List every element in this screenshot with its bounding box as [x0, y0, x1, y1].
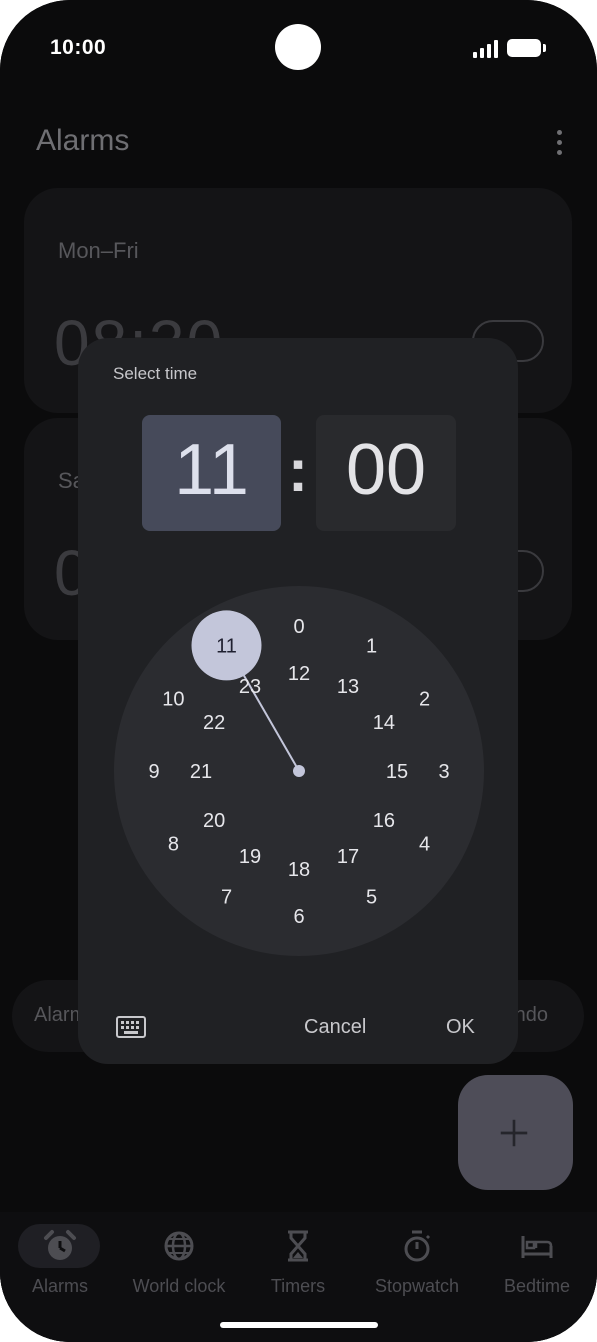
- dial-hour-16[interactable]: 16: [373, 810, 395, 832]
- nav-label: World clock: [132, 1276, 226, 1296]
- plus-icon: [500, 1119, 528, 1147]
- nav-item-bedtime[interactable]: Bedtime: [477, 1212, 597, 1312]
- dial-hour-1[interactable]: 1: [366, 635, 377, 657]
- globe-icon: [164, 1231, 194, 1261]
- more-options-icon[interactable]: [548, 128, 570, 158]
- dial-hour-14[interactable]: 14: [373, 712, 395, 734]
- battery-icon: [507, 39, 546, 57]
- clock-app-screen: 10:00 Alarms Mon–Fri 08:30 Sa 0 Alarm: [0, 0, 597, 1342]
- nav-item-world-clock[interactable]: World clock: [119, 1212, 239, 1312]
- nav-label: Timers: [270, 1276, 326, 1296]
- status-bar: 10:00: [0, 0, 597, 96]
- dial-hour-20[interactable]: 20: [203, 810, 225, 832]
- chip-right-label: ndo: [514, 1004, 548, 1026]
- time-separator: :: [288, 437, 308, 504]
- stopwatch-icon: [404, 1230, 431, 1262]
- dial-hour-8[interactable]: 8: [168, 834, 179, 856]
- signal-icon: [473, 40, 499, 58]
- dial-hour-19[interactable]: 19: [239, 846, 261, 868]
- clock-dial[interactable]: 01234567891011121314151617181920212223: [113, 585, 485, 957]
- minute-value: 00: [345, 430, 427, 510]
- dial-hour-7[interactable]: 7: [221, 887, 232, 909]
- dial-hour-3[interactable]: 3: [438, 761, 449, 783]
- dial-hour-22[interactable]: 22: [203, 712, 225, 734]
- hour-value: 11: [174, 430, 249, 510]
- dialog-title: Select time: [113, 364, 198, 383]
- nav-label: Alarms: [31, 1276, 88, 1296]
- dial-hour-6[interactable]: 6: [293, 906, 304, 928]
- clock-center: [293, 765, 305, 777]
- dial-hour-23[interactable]: 23: [239, 676, 261, 698]
- front-camera: [275, 24, 321, 70]
- keyboard-icon[interactable]: [116, 1016, 146, 1038]
- home-indicator[interactable]: [220, 1322, 378, 1328]
- hour-selector[interactable]: 11: [142, 415, 281, 531]
- cancel-button[interactable]: Cancel: [304, 1016, 366, 1039]
- dial-hour-17[interactable]: 17: [337, 846, 359, 868]
- alarm-days: Mon–Fri: [58, 238, 139, 263]
- ok-button[interactable]: OK: [446, 1016, 475, 1039]
- nav-label: Bedtime: [503, 1276, 571, 1296]
- dial-hour-10[interactable]: 10: [162, 689, 184, 711]
- status-time: 10:00: [50, 36, 107, 59]
- dial-hour-15[interactable]: 15: [386, 761, 408, 783]
- phone-frame: 10:00 Alarms Mon–Fri 08:30 Sa 0 Alarm: [0, 0, 597, 1342]
- dial-hour-21[interactable]: 21: [190, 761, 212, 783]
- dial-hour-2[interactable]: 2: [419, 689, 430, 711]
- alarm-clock-icon: [44, 1230, 76, 1260]
- dial-hour-4[interactable]: 4: [419, 834, 430, 856]
- dial-hour-5[interactable]: 5: [366, 887, 377, 909]
- hourglass-icon: [288, 1230, 308, 1262]
- nav-item-stopwatch[interactable]: Stopwatch: [357, 1212, 477, 1312]
- nav-label: Stopwatch: [374, 1276, 460, 1296]
- dial-hour-9[interactable]: 9: [148, 761, 159, 783]
- page-title: Alarms: [36, 124, 130, 157]
- time-picker-dialog: Select time 11 : 00 0 1 2 3 4 5 6 7 8 9 10 11 12 13 14…: [78, 338, 518, 1064]
- dial-hour-12[interactable]: 12: [288, 663, 310, 685]
- minute-selector[interactable]: 00: [316, 415, 456, 531]
- nav-item-timers[interactable]: Timers: [238, 1212, 358, 1312]
- dial-hour-11[interactable]: 11: [216, 635, 237, 657]
- dial-hour-0[interactable]: 0: [293, 616, 304, 638]
- dial-hour-18[interactable]: 18: [288, 859, 310, 881]
- nav-item-alarms[interactable]: Alarms: [0, 1212, 120, 1312]
- dial-hour-13[interactable]: 13: [337, 676, 359, 698]
- bed-icon: [521, 1236, 553, 1258]
